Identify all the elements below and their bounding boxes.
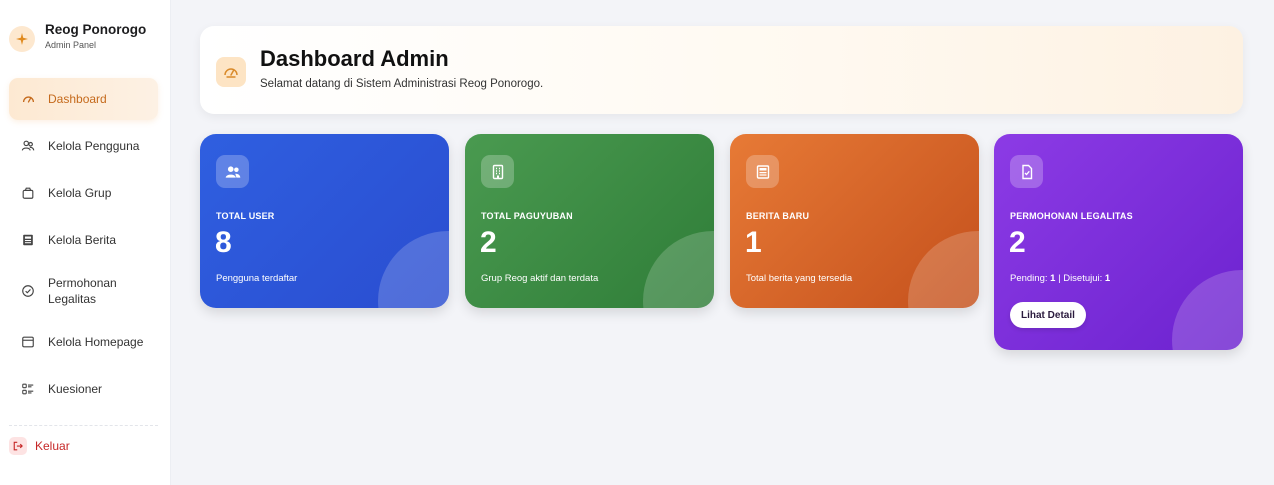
sidebar-item-kuesioner[interactable]: Kuesioner xyxy=(9,368,158,410)
users-icon xyxy=(216,155,249,188)
sidebar-item-label: Kelola Berita xyxy=(48,233,117,247)
sidebar-item-kelola-homepage[interactable]: Kelola Homepage xyxy=(9,321,158,363)
card-value: 2 xyxy=(1009,226,1026,259)
brand-title: Reog Ponorogo xyxy=(45,22,147,37)
card-decoration xyxy=(378,231,449,308)
card-decoration xyxy=(643,231,714,308)
sidebar-item-label: Permohonan Legalitas xyxy=(48,276,117,306)
list-icon xyxy=(20,381,36,397)
card-title: TOTAL PAGUYUBAN xyxy=(481,211,573,221)
browser-icon xyxy=(20,334,36,350)
document-check-icon xyxy=(1010,155,1043,188)
sidebar-item-label: Kelola Homepage xyxy=(48,335,144,349)
sidebar-item-label: Kelola Pengguna xyxy=(48,139,140,153)
sidebar-item-kelola-pengguna[interactable]: Kelola Pengguna xyxy=(9,125,158,167)
card-title: PERMOHONAN LEGALITAS xyxy=(1010,211,1133,221)
approved-count: 1 xyxy=(1104,273,1111,284)
page-subtitle: Selamat datang di Sistem Administrasi Re… xyxy=(260,78,544,90)
sidebar-item-kelola-berita[interactable]: Kelola Berita xyxy=(9,219,158,261)
users-icon xyxy=(20,138,36,154)
card-title: BERITA BARU xyxy=(746,211,810,221)
sidebar-item-label: Kuesioner xyxy=(48,382,103,396)
newspaper-icon xyxy=(20,232,36,248)
sidebar-item-dashboard[interactable]: Dashboard xyxy=(9,78,158,120)
sidebar-item-label: Kelola Grup xyxy=(48,186,112,200)
sidebar-divider xyxy=(9,425,158,426)
page-title: Dashboard Admin xyxy=(260,46,449,71)
gauge-icon xyxy=(216,57,246,87)
stat-card-permohonan-legalitas: PERMOHONAN LEGALITAS 2 Pending: 1 | Dise… xyxy=(994,134,1243,350)
sidebar-item-label: Dashboard xyxy=(48,92,107,106)
brand-subtitle: Admin Panel xyxy=(45,40,97,50)
card-decoration xyxy=(908,231,979,308)
sidebar-item-kelola-grup[interactable]: Kelola Grup xyxy=(9,172,158,214)
stat-card-total-paguyuban: TOTAL PAGUYUBAN 2 Grup Reog aktif dan te… xyxy=(465,134,714,308)
card-description: Pengguna terdaftar xyxy=(216,273,298,284)
card-value: 1 xyxy=(745,226,762,259)
sidebar-item-permohonan-legalitas[interactable]: Permohonan Legalitas xyxy=(9,266,158,316)
check-circle-icon xyxy=(20,283,36,299)
card-decoration xyxy=(1172,270,1243,350)
logout-icon xyxy=(9,437,27,455)
status-separator: | xyxy=(1058,273,1061,284)
logout-label: Keluar xyxy=(35,439,70,453)
building-icon xyxy=(481,155,514,188)
card-value: 2 xyxy=(480,226,497,259)
card-value: 8 xyxy=(215,226,232,259)
brand: Reog Ponorogo Admin Panel xyxy=(9,22,146,52)
sidebar: Reog Ponorogo Admin Panel Dashboard Kelo… xyxy=(0,0,171,485)
newspaper-icon xyxy=(746,155,779,188)
card-title: TOTAL USER xyxy=(216,211,275,221)
approved-label: Disetujui: xyxy=(1063,273,1103,284)
stat-card-berita-baru: BERITA BARU 1 Total berita yang tersedia xyxy=(730,134,979,308)
pending-label: Pending: xyxy=(1010,273,1048,284)
card-description: Total berita yang tersedia xyxy=(746,273,853,284)
card-description: Grup Reog aktif dan terdata xyxy=(481,273,599,284)
stat-card-total-user: TOTAL USER 8 Pengguna terdaftar xyxy=(200,134,449,308)
gauge-icon xyxy=(20,91,36,107)
lihat-detail-button[interactable]: Lihat Detail xyxy=(1010,302,1086,328)
logout-button[interactable]: Keluar xyxy=(9,437,70,455)
pending-count: 1 xyxy=(1050,273,1056,284)
sidebar-nav: Dashboard Kelola Pengguna Kelola Grup Ke… xyxy=(9,78,158,415)
page-header: Dashboard Admin Selamat datang di Sistem… xyxy=(200,26,1243,114)
legalitas-status: Pending: 1 | Disetujui: 1 xyxy=(1010,273,1110,284)
sparkle-icon xyxy=(9,26,35,52)
bag-icon xyxy=(20,185,36,201)
